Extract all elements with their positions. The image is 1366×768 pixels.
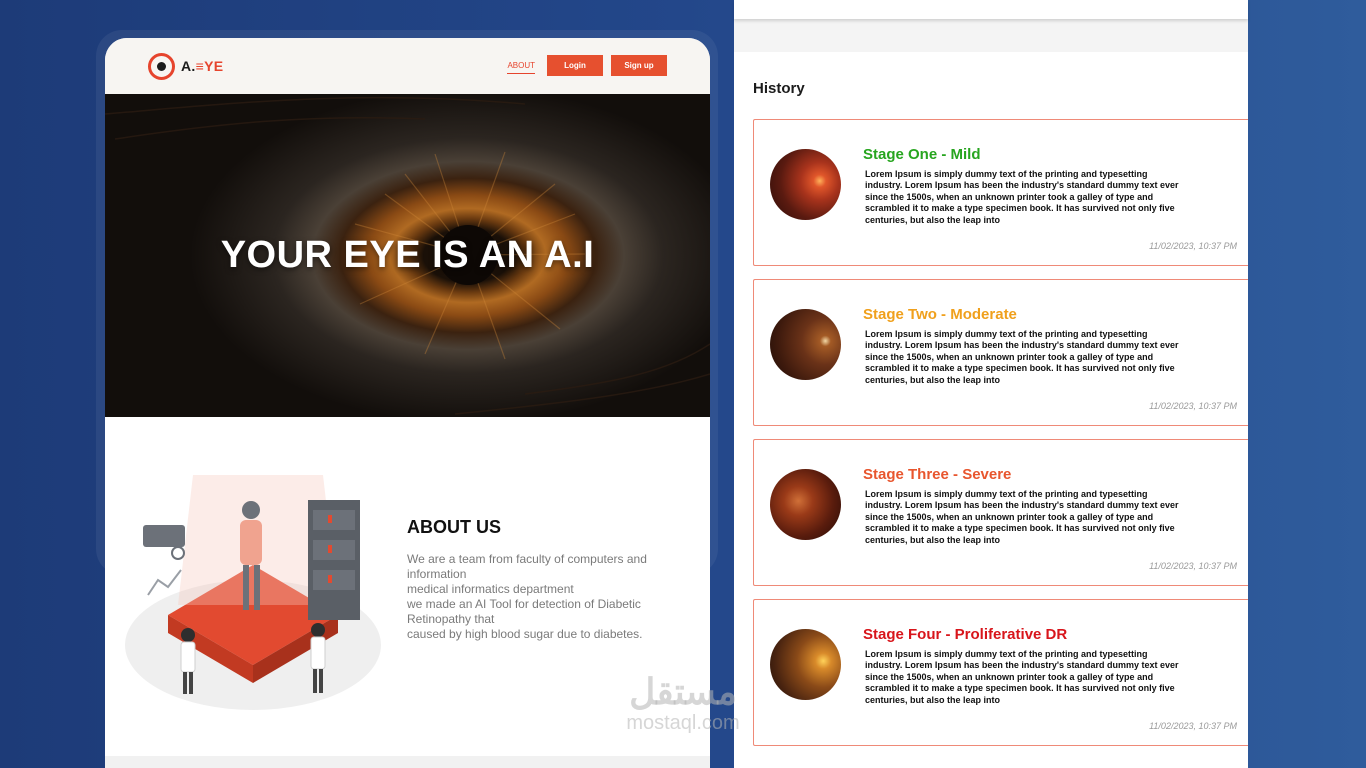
- fundus-image: [770, 629, 841, 700]
- logo[interactable]: A.≡YE: [148, 52, 224, 80]
- about-line: Retinopathy that: [407, 612, 495, 626]
- about-line: medical informatics department: [407, 582, 574, 596]
- stage-description: Lorem Ipsum is simply dummy text of the …: [865, 649, 1179, 705]
- about-line: We are a team from faculty of computers …: [407, 552, 647, 566]
- nav-links: ABOUT Login Sign up: [507, 55, 667, 76]
- history-page: History Stage One - Mild Lorem Ipsum is …: [734, 0, 1248, 768]
- hero-title: YOUR EYE IS AN A.I: [220, 234, 595, 276]
- about-line: we made an AI Tool for detection of Diab…: [407, 597, 641, 611]
- stage-description: Lorem Ipsum is simply dummy text of the …: [865, 489, 1179, 545]
- stage-title: Stage One - Mild: [863, 146, 981, 163]
- eye-logo-icon: [148, 52, 175, 80]
- login-button[interactable]: Login: [547, 55, 603, 76]
- history-card[interactable]: Stage Four - Proliferative DR Lorem Ipsu…: [753, 599, 1248, 746]
- signup-button[interactable]: Sign up: [611, 55, 667, 76]
- stage-title: Stage Two - Moderate: [863, 306, 1017, 323]
- about-line: information: [407, 567, 467, 581]
- about-line: caused by high blood sugar due to diabet…: [407, 627, 643, 641]
- history-card[interactable]: Stage One - Mild Lorem Ipsum is simply d…: [753, 119, 1248, 266]
- timestamp: 11/02/2023, 10:37 PM: [1149, 401, 1237, 411]
- watermark-arabic: مستقل: [629, 671, 737, 712]
- fundus-image: [770, 469, 841, 540]
- about-description: We are a team from faculty of computers …: [407, 552, 682, 642]
- stage-title: Stage Four - Proliferative DR: [863, 626, 1068, 643]
- watermark: مستقل mostaql.com: [598, 671, 768, 735]
- top-bar: [734, 0, 1248, 19]
- watermark-latin: mostaql.com: [626, 712, 740, 734]
- about-title: ABOUT US: [407, 517, 501, 537]
- timestamp: 11/02/2023, 10:37 PM: [1149, 241, 1237, 251]
- fundus-image: [770, 309, 841, 380]
- history-title: History: [753, 80, 805, 97]
- team-illustration: [125, 475, 381, 710]
- footer-strip: [105, 756, 710, 768]
- history-card[interactable]: Stage Three - Severe Lorem Ipsum is simp…: [753, 439, 1248, 586]
- stage-description: Lorem Ipsum is simply dummy text of the …: [865, 169, 1179, 225]
- top-navbar: A.≡YE ABOUT Login Sign up: [105, 38, 710, 94]
- stage-description: Lorem Ipsum is simply dummy text of the …: [865, 329, 1179, 385]
- history-card[interactable]: Stage Two - Moderate Lorem Ipsum is simp…: [753, 279, 1248, 426]
- hero-banner: YOUR EYE IS AN A.I: [105, 94, 710, 417]
- stage-title: Stage Three - Severe: [863, 466, 1012, 483]
- timestamp: 11/02/2023, 10:37 PM: [1149, 561, 1237, 571]
- fundus-image: [770, 149, 841, 220]
- history-content: History Stage One - Mild Lorem Ipsum is …: [734, 52, 1248, 768]
- timestamp: 11/02/2023, 10:37 PM: [1149, 721, 1237, 731]
- nav-about-link[interactable]: ABOUT: [507, 57, 535, 74]
- landing-page-card: A.≡YE ABOUT Login Sign up YOUR EYE IS AN…: [105, 38, 710, 768]
- logo-text: A.≡YE: [181, 58, 224, 74]
